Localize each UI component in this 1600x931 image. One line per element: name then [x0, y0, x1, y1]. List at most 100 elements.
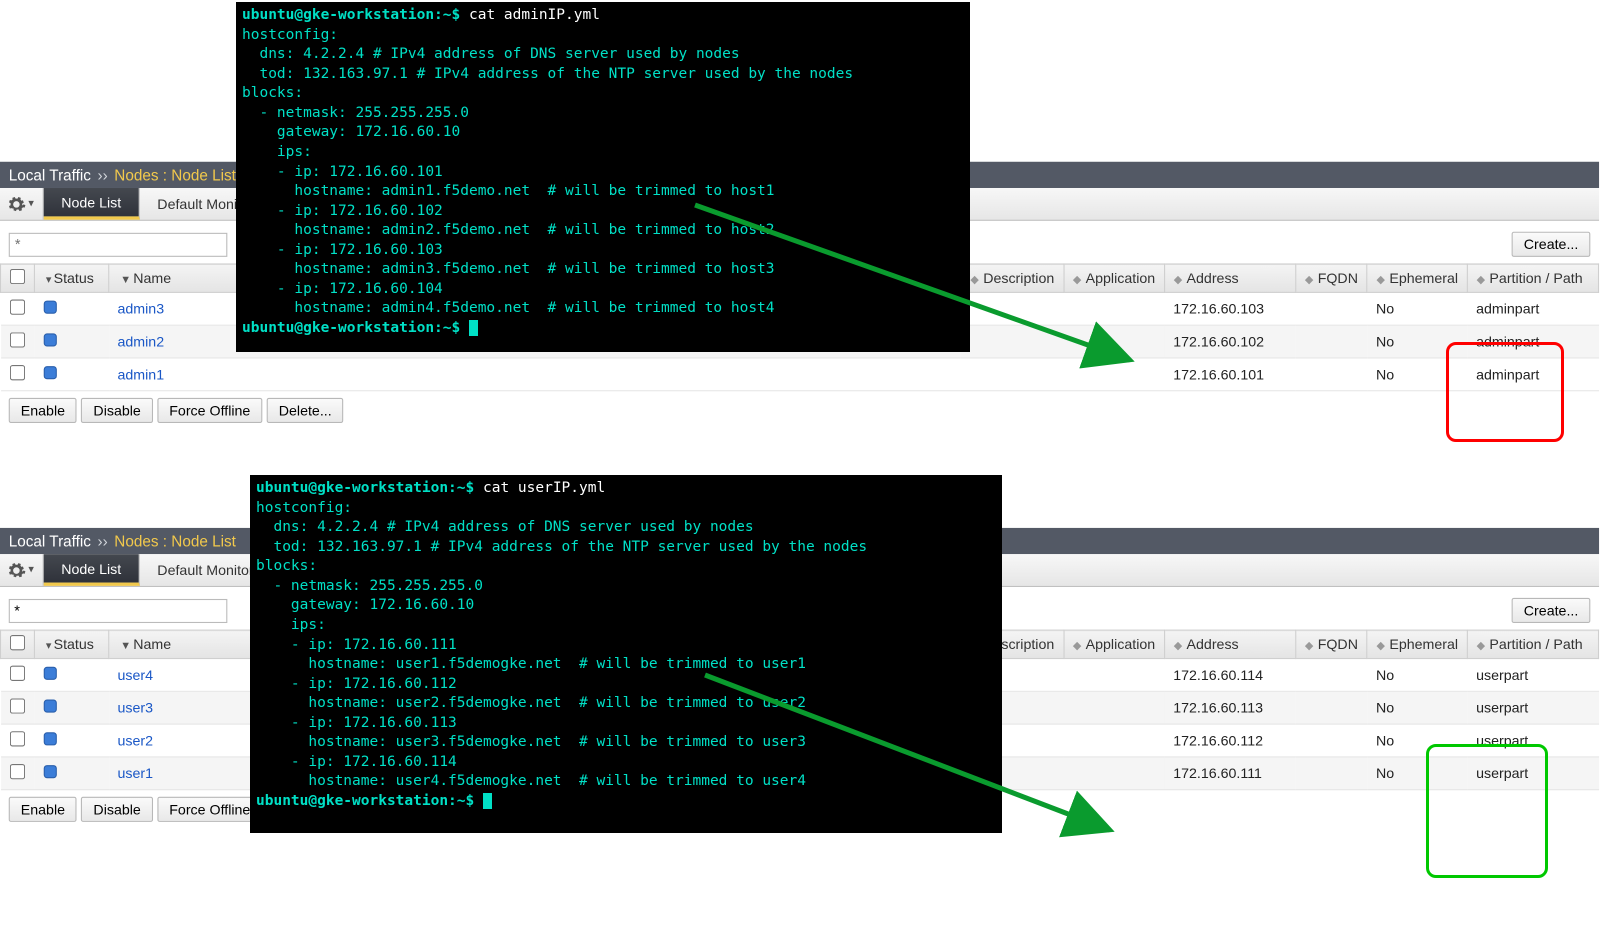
settings-menu[interactable]: ▾: [0, 188, 44, 220]
sort-icon[interactable]: ◆: [1174, 274, 1182, 286]
status-icon: [43, 667, 56, 680]
enable-button[interactable]: Enable: [9, 398, 77, 423]
gear-icon: [7, 560, 27, 580]
breadcrumb-leaf: Nodes : Node List: [114, 532, 236, 549]
chevron-down-icon: ▾: [28, 198, 33, 210]
col-partition[interactable]: Partition / Path: [1489, 270, 1582, 286]
ephemeral-cell: No: [1376, 333, 1394, 349]
status-icon: [43, 301, 56, 314]
col-fqdn[interactable]: FQDN: [1318, 636, 1358, 652]
node-name-link[interactable]: admin1: [117, 366, 164, 382]
filter-icon[interactable]: ▾: [46, 640, 51, 652]
address-cell: 172.16.60.103: [1173, 301, 1264, 317]
chevron-down-icon: ▾: [28, 564, 33, 576]
sort-icon[interactable]: ◆: [1477, 274, 1485, 286]
node-name-link[interactable]: user4: [117, 667, 153, 683]
sort-down-icon[interactable]: ▼: [120, 640, 131, 652]
address-cell: 172.16.60.112: [1173, 732, 1263, 748]
col-name[interactable]: Name: [133, 270, 171, 286]
breadcrumb-root: Local Traffic: [9, 532, 91, 549]
col-ephemeral[interactable]: Ephemeral: [1389, 636, 1458, 652]
delete-button[interactable]: Delete...: [267, 398, 344, 423]
sort-icon[interactable]: ◆: [1174, 640, 1182, 652]
ephemeral-cell: No: [1376, 732, 1394, 748]
status-icon: [43, 732, 56, 745]
status-icon: [43, 765, 56, 778]
row-checkbox[interactable]: [10, 299, 25, 314]
status-icon: [43, 700, 56, 713]
create-button[interactable]: Create...: [1512, 232, 1591, 257]
settings-menu[interactable]: ▾: [0, 554, 44, 586]
partition-cell: userpart: [1476, 765, 1528, 781]
terminal-user: ubuntu@gke-workstation:~$ cat userIP.yml…: [250, 475, 1002, 833]
row-checkbox[interactable]: [10, 698, 25, 713]
node-name-link[interactable]: user2: [117, 732, 153, 748]
partition-cell: adminpart: [1476, 366, 1539, 382]
partition-cell: userpart: [1476, 732, 1528, 748]
row-checkbox[interactable]: [10, 332, 25, 347]
ephemeral-cell: No: [1376, 700, 1394, 716]
row-checkbox[interactable]: [10, 365, 25, 380]
address-cell: 172.16.60.102: [1173, 333, 1264, 349]
ephemeral-cell: No: [1376, 301, 1394, 317]
row-checkbox[interactable]: [10, 666, 25, 681]
tab-node-list[interactable]: Node List: [44, 554, 140, 586]
node-name-link[interactable]: user3: [117, 700, 153, 716]
force-offline-button[interactable]: Force Offline: [157, 398, 262, 423]
tab-label: Default Monitor: [157, 562, 253, 578]
select-all-checkbox[interactable]: [10, 269, 25, 284]
col-status[interactable]: Status: [54, 270, 94, 286]
filter-icon[interactable]: ▾: [46, 274, 51, 286]
partition-cell: userpart: [1476, 667, 1528, 683]
col-address[interactable]: Address: [1187, 270, 1239, 286]
col-description[interactable]: Description: [983, 270, 1054, 286]
node-name-link[interactable]: admin3: [117, 301, 164, 317]
gear-icon: [7, 194, 27, 214]
sort-icon[interactable]: ◆: [1073, 640, 1081, 652]
sort-icon[interactable]: ◆: [1377, 640, 1385, 652]
col-application[interactable]: Application: [1086, 636, 1156, 652]
force-offline-button[interactable]: Force Offline: [157, 797, 262, 822]
node-name-link[interactable]: admin2: [117, 333, 164, 349]
row-checkbox[interactable]: [10, 764, 25, 779]
select-all-checkbox[interactable]: [10, 635, 25, 650]
address-cell: 172.16.60.111: [1173, 765, 1262, 781]
enable-button[interactable]: Enable: [9, 797, 77, 822]
ephemeral-cell: No: [1376, 667, 1394, 683]
breadcrumb-sep: ››: [98, 166, 108, 183]
breadcrumb-sep: ››: [98, 532, 108, 549]
tab-label: Node List: [61, 560, 121, 576]
partition-cell: adminpart: [1476, 333, 1539, 349]
address-cell: 172.16.60.114: [1173, 667, 1263, 683]
tab-node-list[interactable]: Node List: [44, 188, 140, 220]
search-input[interactable]: [9, 598, 228, 622]
search-input[interactable]: [9, 232, 228, 256]
create-button[interactable]: Create...: [1512, 598, 1591, 623]
disable-button[interactable]: Disable: [81, 797, 152, 822]
col-address[interactable]: Address: [1187, 636, 1239, 652]
sort-icon[interactable]: ◆: [1377, 274, 1385, 286]
ephemeral-cell: No: [1376, 366, 1394, 382]
sort-icon[interactable]: ◆: [1477, 640, 1485, 652]
col-ephemeral[interactable]: Ephemeral: [1389, 270, 1458, 286]
col-name[interactable]: Name: [133, 636, 171, 652]
sort-icon[interactable]: ◆: [1073, 274, 1081, 286]
partition-cell: userpart: [1476, 700, 1528, 716]
sort-icon[interactable]: ◆: [970, 274, 978, 286]
tab-label: Node List: [61, 194, 121, 210]
sort-down-icon[interactable]: ▼: [120, 274, 131, 286]
address-cell: 172.16.60.101: [1173, 366, 1264, 382]
col-fqdn[interactable]: FQDN: [1318, 270, 1358, 286]
breadcrumb-leaf: Nodes : Node List: [114, 166, 236, 183]
status-icon: [43, 366, 56, 379]
disable-button[interactable]: Disable: [81, 398, 152, 423]
col-status[interactable]: Status: [54, 636, 94, 652]
row-checkbox[interactable]: [10, 731, 25, 746]
partition-cell: adminpart: [1476, 301, 1539, 317]
col-partition[interactable]: Partition / Path: [1489, 636, 1582, 652]
terminal-admin: ubuntu@gke-workstation:~$ cat adminIP.ym…: [236, 2, 970, 352]
sort-icon[interactable]: ◆: [1305, 640, 1313, 652]
col-application[interactable]: Application: [1086, 270, 1156, 286]
node-name-link[interactable]: user1: [117, 765, 153, 781]
sort-icon[interactable]: ◆: [1305, 274, 1313, 286]
